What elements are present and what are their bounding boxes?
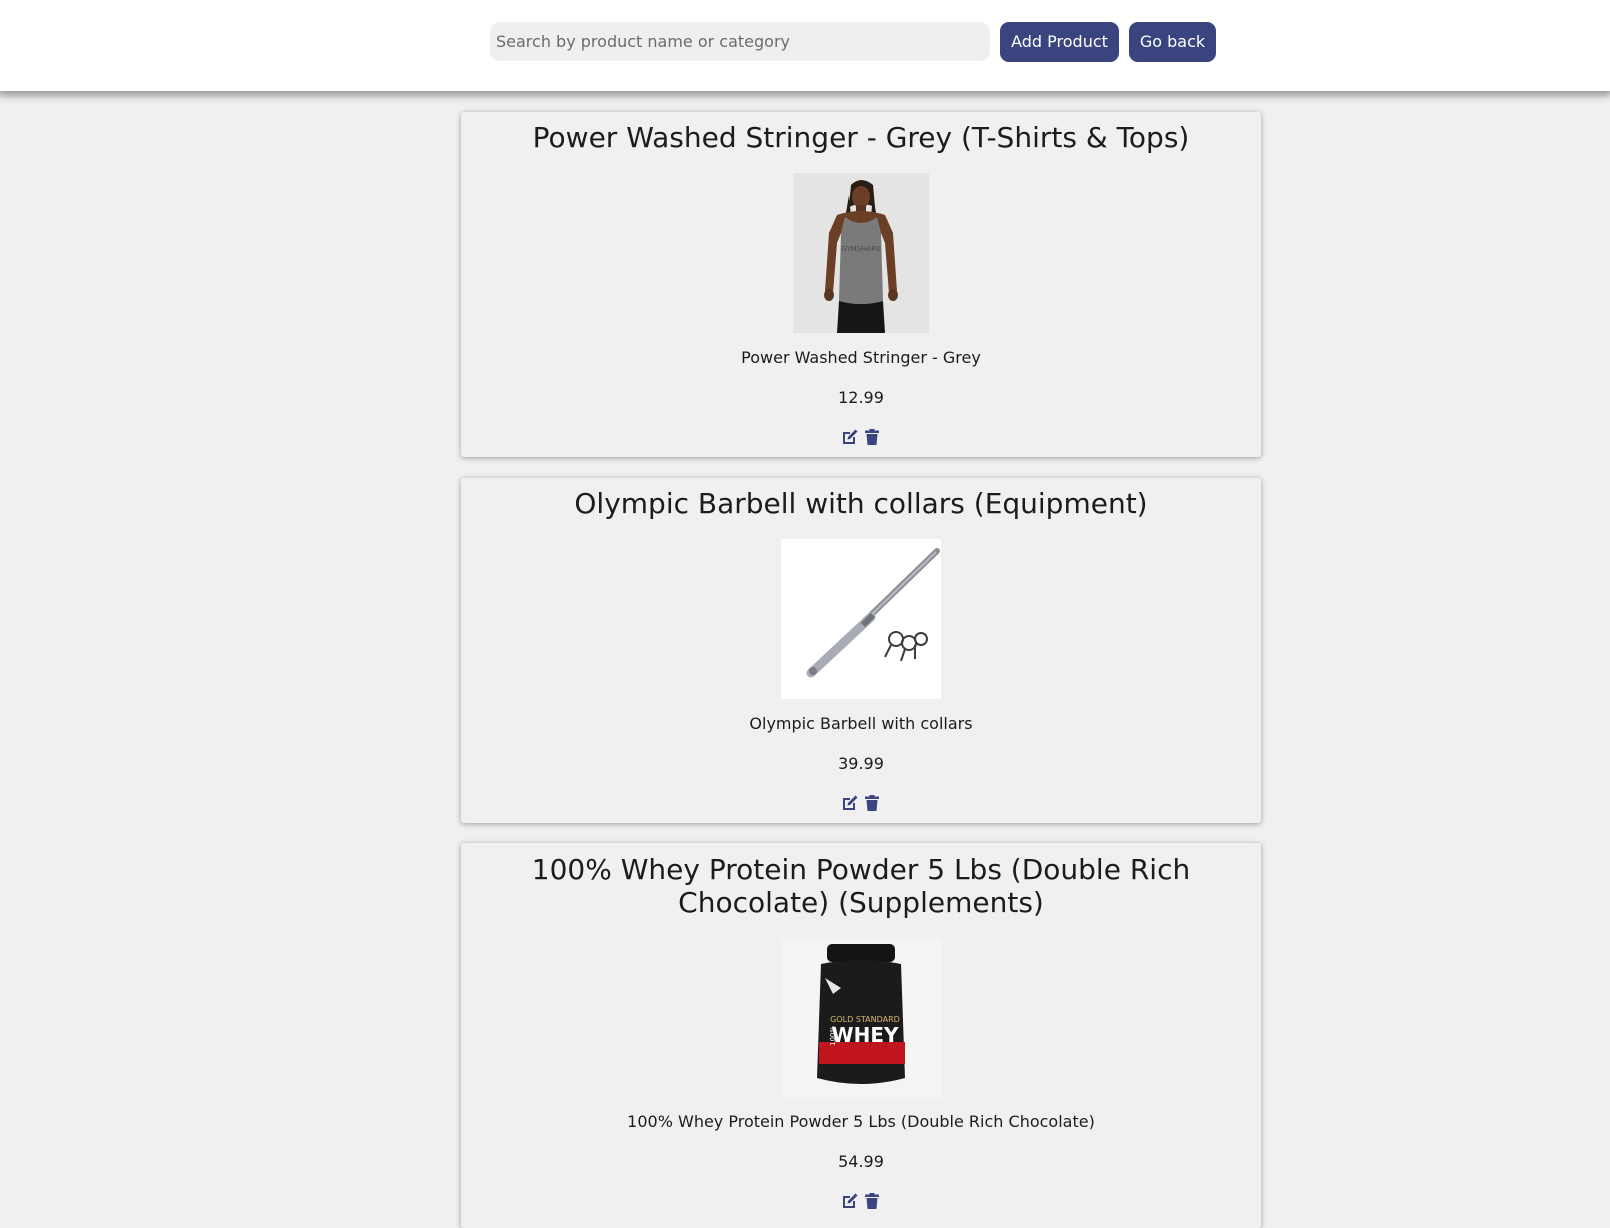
product-actions bbox=[461, 794, 1261, 814]
trash-icon[interactable] bbox=[863, 1192, 881, 1210]
stringer-image: GYMSHARK bbox=[793, 173, 929, 333]
barbell-image bbox=[781, 539, 941, 699]
whey-label: WHEY bbox=[832, 1023, 899, 1047]
product-image bbox=[781, 539, 941, 699]
product-name: Power Washed Stringer - Grey bbox=[741, 348, 981, 367]
trash-icon[interactable] bbox=[863, 428, 881, 446]
product-title: Power Washed Stringer - Grey (T-Shirts &… bbox=[532, 121, 1190, 154]
percent-label: 100% bbox=[829, 1026, 837, 1046]
product-title: 100% Whey Protein Powder 5 Lbs (Double R… bbox=[531, 853, 1191, 919]
edit-icon[interactable] bbox=[841, 794, 859, 812]
search-input[interactable] bbox=[490, 22, 990, 61]
product-price: 39.99 bbox=[838, 754, 884, 773]
product-image: GOLD STANDARD WHEY 100% bbox=[781, 938, 941, 1098]
product-card: Power Washed Stringer - Grey (T-Shirts &… bbox=[461, 112, 1261, 457]
product-title: Olympic Barbell with collars (Equipment) bbox=[574, 487, 1148, 520]
gymshark-logo: GYMSHARK bbox=[841, 245, 881, 253]
trash-icon[interactable] bbox=[863, 794, 881, 812]
whey-tub-image: GOLD STANDARD WHEY 100% bbox=[781, 938, 941, 1098]
product-price: 54.99 bbox=[838, 1152, 884, 1171]
add-product-button[interactable]: Add Product bbox=[1000, 22, 1119, 62]
header-shadow bbox=[0, 91, 1610, 99]
product-card: Olympic Barbell with collars (Equipment)… bbox=[461, 478, 1261, 823]
edit-icon[interactable] bbox=[841, 1192, 859, 1210]
product-card: 100% Whey Protein Powder 5 Lbs (Double R… bbox=[461, 843, 1261, 1228]
product-image: GYMSHARK bbox=[793, 173, 929, 333]
go-back-button[interactable]: Go back bbox=[1129, 22, 1216, 62]
product-price: 12.99 bbox=[838, 388, 884, 407]
product-name: 100% Whey Protein Powder 5 Lbs (Double R… bbox=[627, 1112, 1095, 1131]
edit-icon[interactable] bbox=[841, 428, 859, 446]
product-name: Olympic Barbell with collars bbox=[749, 714, 973, 733]
product-actions bbox=[461, 1192, 1261, 1212]
product-actions bbox=[461, 428, 1261, 448]
top-bar: Add Product Go back bbox=[0, 0, 1610, 91]
